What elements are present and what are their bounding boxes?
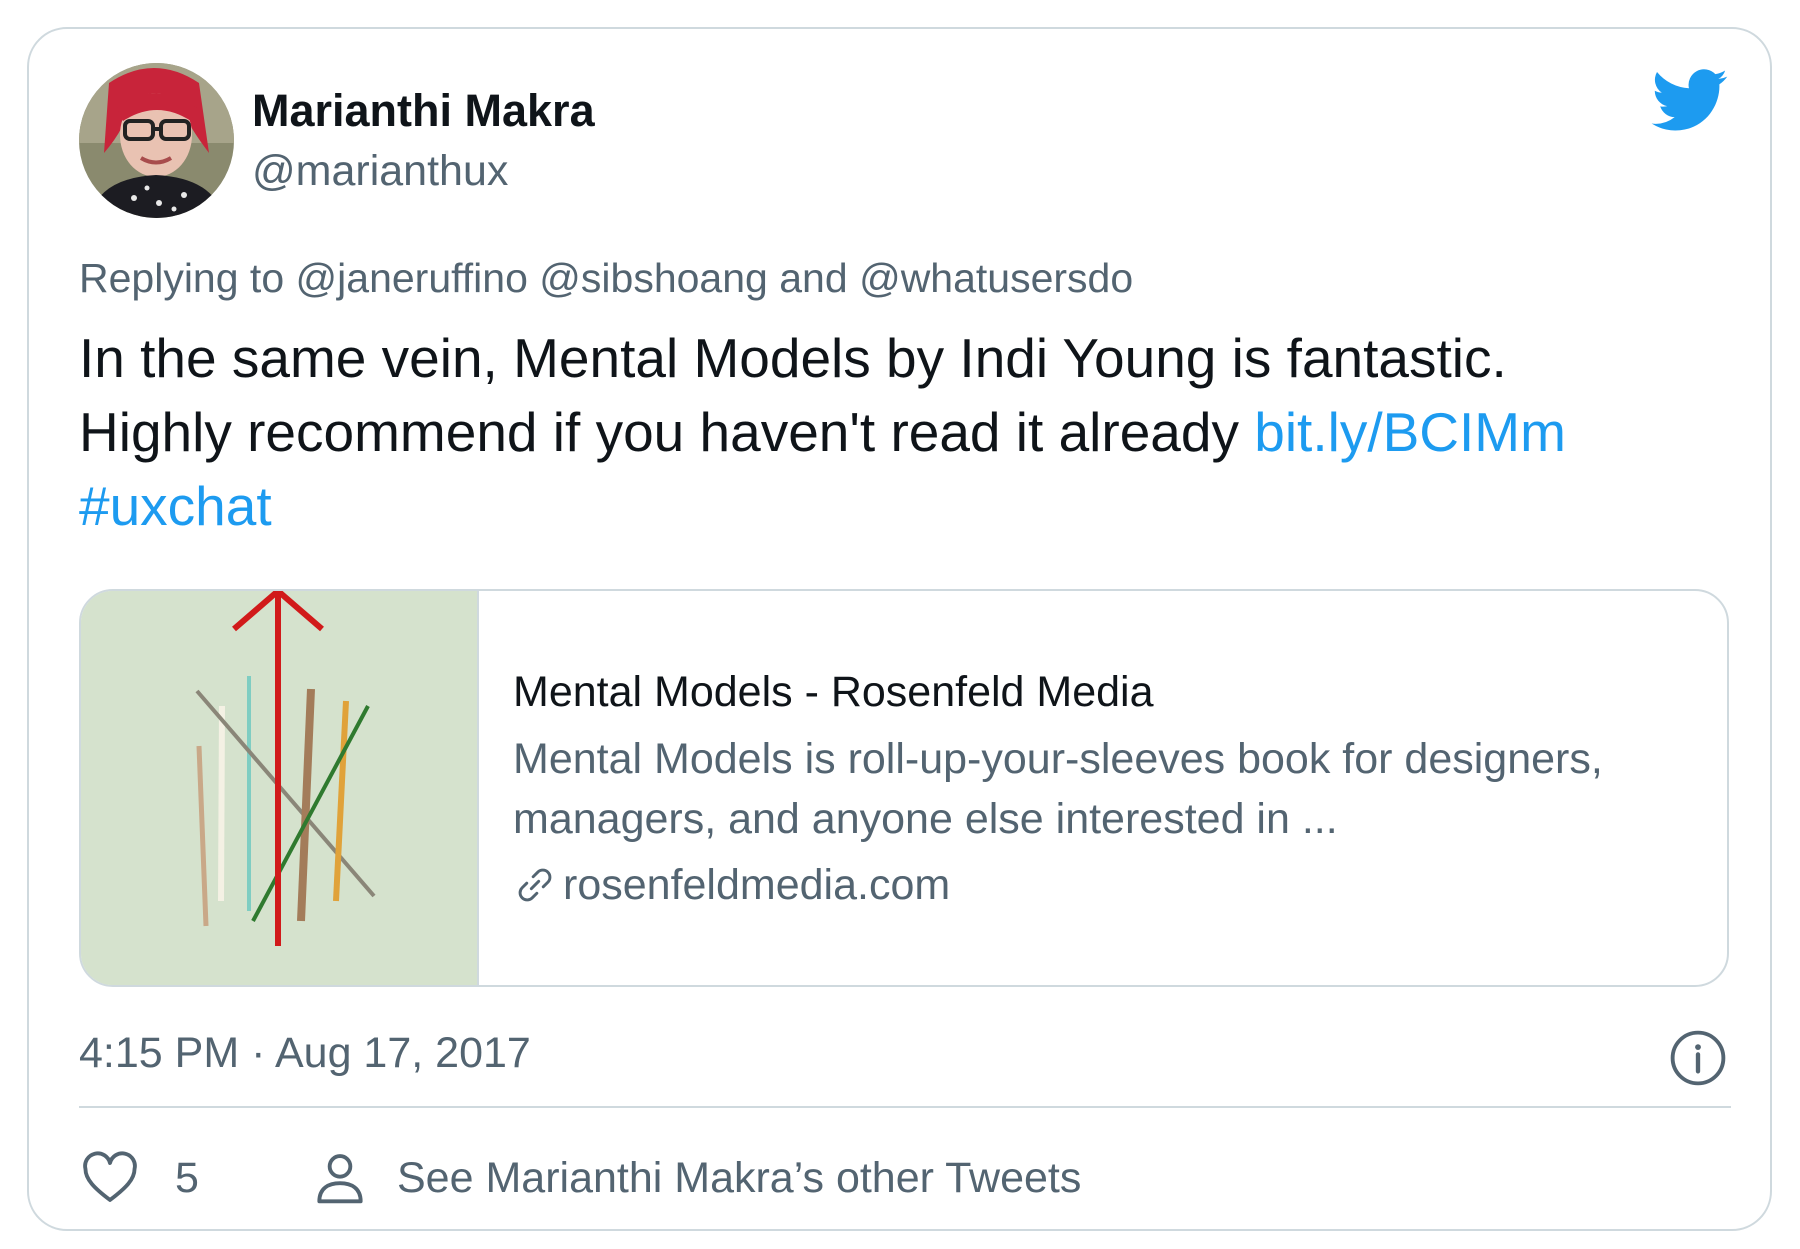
- tweet-text-segment: Highly recommend if you haven't read it …: [79, 401, 1239, 463]
- reply-conjunction: and: [779, 255, 848, 301]
- tweet-url-link[interactable]: bit.ly/BCIMm: [1254, 401, 1566, 463]
- heart-icon[interactable]: [79, 1147, 141, 1209]
- mention-link[interactable]: @whatusersdo: [859, 255, 1133, 301]
- card-body: Mental Models - Rosenfeld Media Mental M…: [513, 663, 1703, 915]
- reply-prefix: Replying to: [79, 255, 285, 301]
- reply-context: Replying to @janeruffino @sibshoang and …: [79, 255, 1133, 302]
- info-icon[interactable]: [1669, 1029, 1727, 1087]
- see-other-tweets-link[interactable]: See Marianthi Makra’s other Tweets: [309, 1147, 1081, 1209]
- card-thumbnail: [81, 591, 479, 985]
- twitter-bird-icon[interactable]: [1651, 69, 1729, 133]
- tweet-text-line: #uxchat: [79, 469, 1759, 543]
- tweet-body: In the same vein, Mental Models by Indi …: [79, 321, 1759, 543]
- person-icon: [317, 1154, 363, 1204]
- tweet-timestamp[interactable]: 4:15 PM · Aug 17, 2017: [79, 1029, 531, 1078]
- card-domain: rosenfeldmedia.com: [513, 855, 1703, 915]
- card-description: Mental Models is roll-up-your-sleeves bo…: [513, 735, 1603, 843]
- tweet-text-line: In the same vein, Mental Models by Indi …: [79, 327, 1507, 389]
- link-icon: [518, 868, 552, 902]
- divider: [79, 1106, 1731, 1108]
- mention-link[interactable]: @sibshoang: [539, 255, 768, 301]
- mention-link[interactable]: @janeruffino: [296, 255, 528, 301]
- tweet-card[interactable]: Marianthi Makra @marianthux Replying to …: [27, 27, 1772, 1231]
- author-name[interactable]: Marianthi Makra: [252, 85, 595, 137]
- author-handle[interactable]: @marianthux: [252, 147, 508, 196]
- card-domain-text: rosenfeldmedia.com: [563, 861, 951, 909]
- like-button[interactable]: 5: [79, 1147, 199, 1209]
- see-other-tweets-label[interactable]: See Marianthi Makra’s other Tweets: [397, 1154, 1081, 1203]
- author-avatar[interactable]: [79, 63, 234, 218]
- book-cover-image: [81, 591, 477, 985]
- card-title: Mental Models - Rosenfeld Media: [513, 668, 1154, 716]
- like-count: 5: [175, 1153, 199, 1202]
- avatar-photo-icon: [79, 63, 234, 218]
- hashtag-link[interactable]: #uxchat: [79, 475, 272, 537]
- link-preview-card[interactable]: Mental Models - Rosenfeld Media Mental M…: [79, 589, 1729, 987]
- tweet-text-line: Highly recommend if you haven't read it …: [79, 395, 1759, 469]
